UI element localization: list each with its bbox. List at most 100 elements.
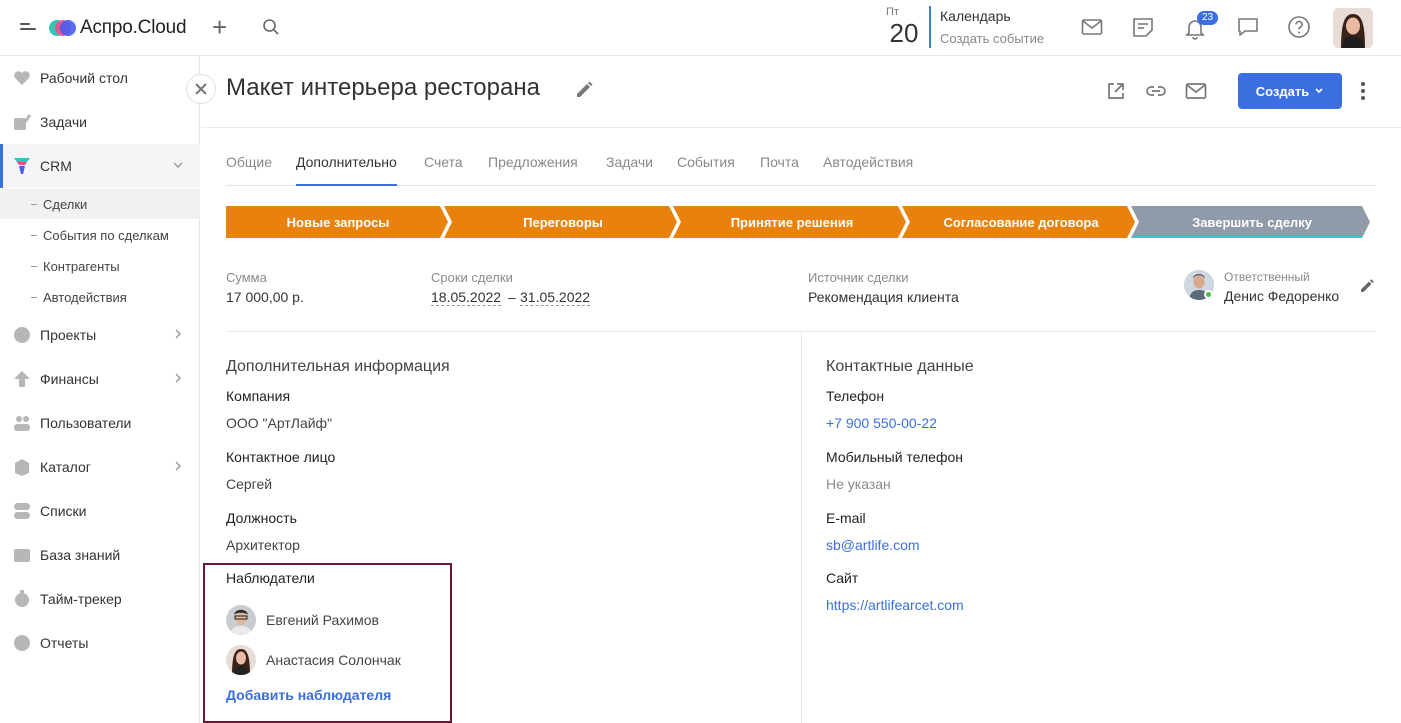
source-value: Рекомендация клиента — [808, 289, 959, 305]
sidebar-item-label: Проекты — [40, 327, 97, 343]
sidebar-item-knowledge[interactable]: База знаний — [0, 533, 200, 577]
mobile-value: Не указан — [826, 476, 891, 492]
edit-title-icon[interactable] — [574, 80, 594, 100]
watcher-avatar[interactable] — [226, 605, 256, 635]
app-name: Аспро.Cloud — [80, 17, 187, 38]
amount-label: Сумма — [226, 270, 267, 285]
more-menu-icon[interactable] — [1361, 82, 1365, 103]
stage-close-deal[interactable]: Завершить сделку — [1135, 206, 1369, 238]
page-title: Макет интерьера ресторана — [226, 74, 540, 101]
sidebar-item-catalog[interactable]: Каталог — [0, 445, 200, 489]
sidebar-item-label: База знаний — [40, 547, 121, 563]
sidebar: Рабочий стол Задачи CRM Сделки События п… — [0, 56, 200, 723]
site-link[interactable]: https://artlifearcet.com — [826, 597, 964, 613]
tab-additional[interactable]: Дополнительно — [296, 154, 397, 186]
tab-autoactions[interactable]: Автодействия — [823, 154, 913, 170]
arrow-up-icon — [14, 371, 30, 387]
stage-negotiations[interactable]: Переговоры — [448, 206, 678, 238]
dash-marker — [31, 296, 37, 298]
dash-marker — [31, 265, 37, 267]
period-label: Сроки сделки — [431, 270, 513, 285]
online-status-dot — [1204, 290, 1213, 299]
phone-link[interactable]: +7 900 550-00-22 — [826, 415, 937, 431]
additional-info-title: Дополнительная информация — [226, 358, 450, 375]
amount-value: 17 000,00 р. — [226, 289, 304, 305]
contact-label: Контактное лицо — [226, 449, 336, 465]
search-icon[interactable] — [262, 18, 280, 36]
sidebar-item-timetracker[interactable]: Тайм-трекер — [0, 577, 200, 621]
sidebar-sub-deals[interactable]: Сделки — [0, 189, 200, 219]
tab-mail[interactable]: Почта — [760, 154, 799, 170]
tab-invoices[interactable]: Счета — [424, 154, 463, 170]
sidebar-item-lists[interactable]: Списки — [0, 489, 200, 533]
contact-value: Сергей — [226, 476, 273, 492]
stage-contract[interactable]: Согласование договора — [906, 206, 1136, 238]
add-watcher-link[interactable]: Добавить наблюдателя — [226, 687, 391, 703]
responsible-value[interactable]: Денис Федоренко — [1224, 288, 1339, 304]
close-icon — [195, 83, 207, 95]
sidebar-item-desktop[interactable]: Рабочий стол — [0, 56, 200, 100]
sidebar-item-label: Рабочий стол — [40, 70, 128, 86]
notifications-badge: 23 — [1197, 11, 1219, 25]
source-label: Источник сделки — [808, 270, 909, 285]
timer-icon — [15, 590, 29, 607]
stage-new-requests[interactable]: Новые запросы — [226, 206, 450, 238]
date-weekday: Пт — [886, 6, 899, 18]
mail-icon[interactable] — [1185, 81, 1207, 101]
sidebar-sub-autoactions[interactable]: Автодействия — [0, 282, 200, 312]
sidebar-item-projects[interactable]: Проекты — [0, 313, 200, 357]
sidebar-item-label: CRM — [40, 158, 72, 174]
email-link[interactable]: sb@artlife.com — [826, 537, 920, 553]
tab-bar: Общие Дополнительно Счета Предложения За… — [226, 140, 1376, 186]
dash-marker — [31, 234, 37, 236]
chevron-down-icon — [1315, 88, 1323, 94]
sidebar-sub-label: Контрагенты — [43, 258, 120, 274]
tab-offers[interactable]: Предложения — [488, 154, 578, 170]
sidebar-sub-counterparties[interactable]: Контрагенты — [0, 251, 200, 281]
date-separator — [929, 6, 931, 48]
notes-icon[interactable] — [1132, 16, 1154, 38]
add-icon[interactable]: + — [212, 14, 227, 40]
report-icon — [14, 635, 30, 651]
user-avatar[interactable] — [1333, 8, 1373, 48]
period-start[interactable]: 18.05.2022 — [431, 289, 502, 306]
period-end[interactable]: 31.05.2022 — [520, 289, 591, 306]
sidebar-item-label: Каталог — [40, 459, 91, 475]
header-divider — [201, 127, 1401, 128]
dash-marker — [31, 203, 37, 205]
responsible-label: Ответственный — [1224, 270, 1310, 284]
sidebar-item-finance[interactable]: Финансы — [0, 357, 200, 401]
stage-decision[interactable]: Принятие решения — [677, 206, 907, 238]
logo-icon — [49, 20, 76, 36]
sidebar-item-tasks[interactable]: Задачи — [0, 100, 200, 144]
link-icon[interactable] — [1145, 81, 1167, 101]
watcher-avatar[interactable] — [226, 645, 256, 675]
edit-responsible-icon[interactable] — [1359, 278, 1375, 294]
tab-tasks[interactable]: Задачи — [606, 154, 653, 170]
watcher-name[interactable]: Евгений Рахимов — [266, 612, 379, 628]
sidebar-item-crm[interactable]: CRM — [0, 144, 200, 188]
position-value: Архитектор — [226, 537, 300, 553]
mail-icon[interactable] — [1081, 16, 1103, 38]
sidebar-item-label: Списки — [40, 503, 87, 519]
sidebar-sub-deal-events[interactable]: События по сделкам — [0, 220, 200, 250]
sidebar-item-reports[interactable]: Отчеты — [0, 621, 200, 665]
help-icon[interactable] — [1287, 15, 1311, 39]
create-event-link[interactable]: Создать событие — [940, 31, 1044, 46]
date-widget[interactable]: Пт 20 — [884, 6, 924, 48]
app-logo[interactable]: Аспро.Cloud — [48, 17, 187, 39]
watchers-label: Наблюдатели — [226, 570, 315, 586]
open-external-icon[interactable] — [1106, 81, 1126, 101]
menu-icon[interactable] — [20, 21, 36, 35]
calendar-title[interactable]: Календарь — [940, 8, 1011, 24]
chat-icon[interactable] — [1237, 16, 1259, 38]
create-button[interactable]: Создать — [1238, 73, 1342, 109]
sidebar-item-users[interactable]: Пользователи — [0, 401, 200, 445]
chevron-right-icon — [175, 329, 181, 339]
close-button[interactable] — [186, 74, 216, 104]
tab-events[interactable]: События — [677, 154, 735, 170]
chevron-right-icon — [175, 373, 181, 383]
company-value: ООО "АртЛайф" — [226, 415, 333, 431]
tab-general[interactable]: Общие — [226, 154, 272, 170]
watcher-name[interactable]: Анастасия Солончак — [266, 652, 401, 668]
